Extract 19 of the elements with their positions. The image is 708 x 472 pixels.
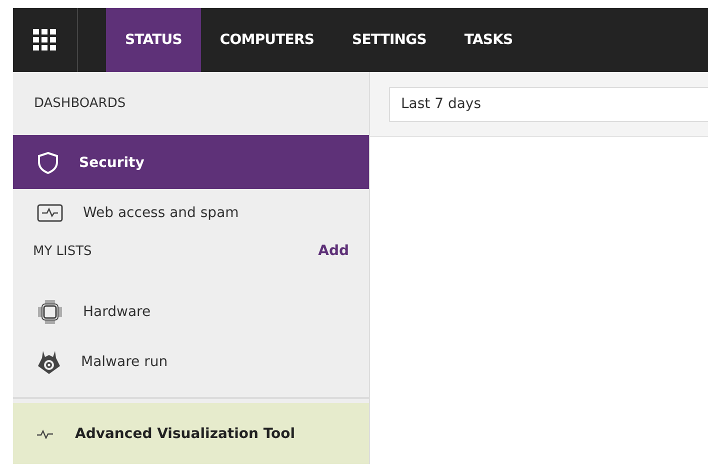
nav-tab[interactable]: TASKS [445,8,532,72]
nav-tab[interactable]: SETTINGS [333,8,446,72]
chip-icon [37,299,63,325]
bug-target-icon [37,349,61,375]
list-item[interactable]: Hardware [13,287,369,337]
section-title: MY LISTS [33,244,92,258]
tool-link[interactable]: Advanced Visualization Tool [13,403,369,464]
date-range-field[interactable]: Last 7 days [389,86,708,122]
apps-grid-icon[interactable] [33,29,57,51]
add-link[interactable]: Add [318,243,349,259]
nav-tab[interactable]: COMPUTERS [200,8,334,72]
section-title: DASHBOARDS [34,96,126,111]
shield-icon [37,151,59,175]
pulse-icon [37,428,53,438]
list-item[interactable]: Malware run [13,337,369,387]
monitor-pulse-icon [37,204,63,222]
dashboard-item[interactable]: Security [13,137,369,189]
nav-tab[interactable]: STATUS [106,8,201,72]
dashboard-item[interactable]: Web access and spam [13,189,369,237]
